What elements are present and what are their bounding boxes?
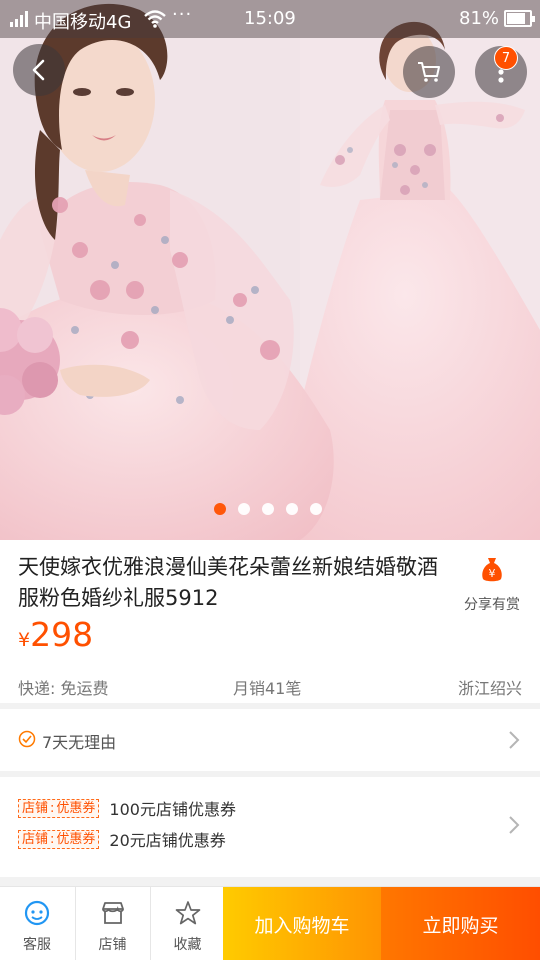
check-circle-icon <box>18 730 36 748</box>
battery-icon <box>504 10 535 27</box>
product-image-carousel[interactable]: 中国移动4G ··· 15:09 81% 7 <box>0 0 540 540</box>
carousel-dot[interactable] <box>214 503 226 515</box>
chevron-right-icon <box>509 816 520 834</box>
shop-icon <box>101 902 124 924</box>
carousel-dot[interactable] <box>286 503 298 515</box>
coupon-tag-shop: 店铺 <box>22 831 49 847</box>
add-to-cart-button[interactable]: 加入购物车 <box>223 887 381 960</box>
customer-service-label: 客服 <box>23 937 51 953</box>
price-amount: 298 <box>30 615 94 654</box>
signal-icon <box>10 11 28 27</box>
carousel-dot[interactable] <box>238 503 250 515</box>
coupon-tag: 店铺: 优惠券 <box>18 798 100 818</box>
status-bar: 中国移动4G ··· 15:09 81% <box>0 0 540 38</box>
currency-symbol: ¥ <box>18 629 31 651</box>
chevron-left-icon <box>32 59 45 81</box>
buy-now-button[interactable]: 立即购买 <box>381 887 540 960</box>
cart-icon <box>418 62 440 82</box>
service-guarantee-label: 7天无理由 <box>42 733 117 752</box>
coupon-tag-type: 优惠券 <box>56 800 96 816</box>
coupon-text: 20元店铺优惠券 <box>109 831 226 850</box>
coupon-item: 店铺: 优惠券 100元店铺优惠券 <box>18 797 236 819</box>
coupon-tag-type: 优惠券 <box>56 831 96 847</box>
customer-service-icon <box>24 900 50 926</box>
shipping-info: 快递: 免运费 <box>18 679 109 698</box>
wifi-icon <box>144 10 166 28</box>
coupon-item: 店铺: 优惠券 20元店铺优惠券 <box>18 828 226 850</box>
favorite-label: 收藏 <box>173 937 202 953</box>
shop-label: 店铺 <box>98 937 127 953</box>
share-reward-label: 分享有赏 <box>464 597 520 613</box>
favorite-tab[interactable]: 收藏 <box>150 887 224 960</box>
carrier-label: 中国移动4G <box>34 12 132 33</box>
monthly-sales: 月销41笔 <box>233 679 302 698</box>
coupon-section[interactable]: 店铺: 优惠券 100元店铺优惠券 店铺: 优惠券 20元店铺优惠券 <box>0 777 540 877</box>
bottom-action-bar: 客服 店铺 收藏 加入购物车 立即购买 <box>0 886 540 960</box>
shop-tab[interactable]: 店铺 <box>75 887 149 960</box>
share-reward-button[interactable]: ¥ 分享有赏 <box>450 554 534 614</box>
product-title: 天使嫁衣优雅浪漫仙美花朵蕾丝新娘结婚敬酒服粉色婚纱礼服5912 <box>18 555 438 610</box>
coupon-text: 100元店铺优惠券 <box>109 800 236 819</box>
service-guarantee-row[interactable]: 7天无理由 <box>0 709 540 771</box>
star-icon <box>175 901 200 925</box>
battery-percent: 81% <box>459 8 500 29</box>
carousel-dot[interactable] <box>310 503 322 515</box>
customer-service-tab[interactable]: 客服 <box>0 887 74 960</box>
money-bag-icon: ¥ <box>482 558 502 582</box>
status-overflow-icon: ··· <box>172 4 193 25</box>
clock: 15:09 <box>244 8 296 29</box>
product-info: 天使嫁衣优雅浪漫仙美花朵蕾丝新娘结婚敬酒服粉色婚纱礼服5912 ¥ 分享有赏 ¥… <box>0 540 540 703</box>
coupon-tag-shop: 店铺 <box>22 800 49 816</box>
carousel-dot[interactable] <box>262 503 274 515</box>
product-photo <box>0 0 540 540</box>
back-button[interactable] <box>13 44 65 96</box>
chevron-right-icon <box>509 731 520 749</box>
ship-from-location: 浙江绍兴 <box>457 679 522 698</box>
cart-button[interactable] <box>403 46 455 98</box>
svg-text:¥: ¥ <box>489 567 496 580</box>
cart-count-badge: 7 <box>494 46 518 70</box>
coupon-tag: 店铺: 优惠券 <box>18 829 100 849</box>
product-detail-screen: 中国移动4G ··· 15:09 81% 7 天使嫁衣优雅浪漫仙美花朵蕾丝新娘结… <box>0 0 540 960</box>
product-price: ¥298 <box>18 615 93 654</box>
carousel-pager <box>214 503 322 515</box>
